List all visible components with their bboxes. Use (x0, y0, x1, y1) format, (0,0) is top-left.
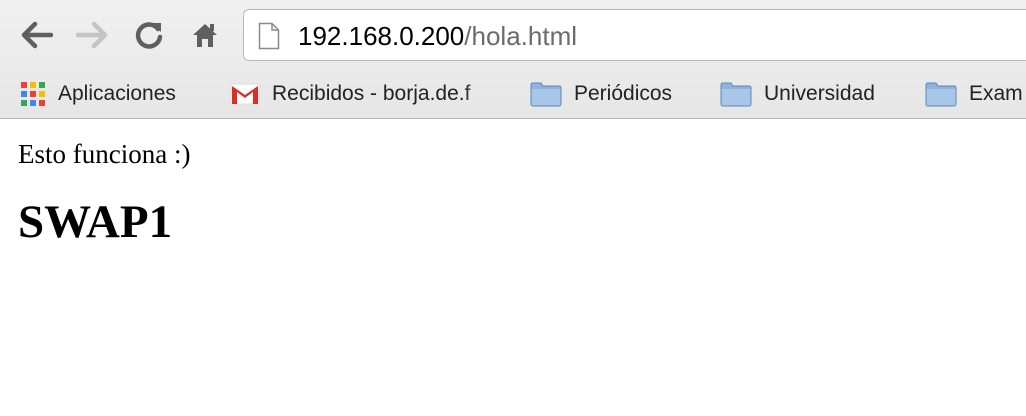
bookmark-aplicaciones[interactable]: Aplicaciones (20, 72, 176, 116)
home-icon (193, 24, 217, 47)
folder-icon (530, 81, 562, 107)
url-host: 192.168.0.200 (298, 21, 465, 51)
page-content: Esto funciona :) SWAP1 (0, 137, 1026, 250)
browser-toolbar: 192.168.0.200/hola.html (0, 0, 1026, 72)
bookmark-periodicos[interactable]: Periódicos (530, 72, 672, 116)
page-paragraph: Esto funciona :) (18, 139, 191, 169)
gmail-icon (230, 83, 260, 105)
reload-icon (135, 22, 163, 49)
address-bar[interactable]: 192.168.0.200/hola.html (243, 9, 1026, 61)
bookmark-exam[interactable]: Exam (925, 72, 1023, 116)
bookmarks-bar: Aplicaciones Recibidos - borja.de.f Peri… (0, 72, 1026, 116)
reload-button[interactable] (132, 18, 166, 52)
bookmark-recibidos[interactable]: Recibidos - borja.de.f (230, 72, 505, 116)
bookmark-universidad[interactable]: Universidad (720, 72, 875, 116)
arrow-left-icon (21, 21, 53, 49)
forward-button[interactable] (75, 18, 109, 52)
page-heading: SWAP1 (18, 196, 173, 248)
document-icon (258, 22, 280, 50)
folder-icon (720, 81, 752, 107)
browser-chrome: 192.168.0.200/hola.html Aplicaciones Rec… (0, 0, 1026, 119)
bookmark-label: Aplicaciones (58, 82, 176, 105)
bookmark-label: Universidad (764, 82, 875, 105)
url-text[interactable]: 192.168.0.200/hola.html (298, 21, 577, 51)
bookmark-label: Recibidos - borja.de.f (272, 82, 471, 105)
bookmark-label: Exam (969, 82, 1023, 105)
url-path: /hola.html (464, 21, 578, 51)
apps-grid-icon (20, 81, 46, 107)
folder-icon (925, 81, 957, 107)
home-button[interactable] (188, 18, 222, 52)
arrow-right-icon (76, 21, 108, 49)
bookmark-label: Periódicos (574, 82, 673, 105)
back-button[interactable] (20, 18, 54, 52)
